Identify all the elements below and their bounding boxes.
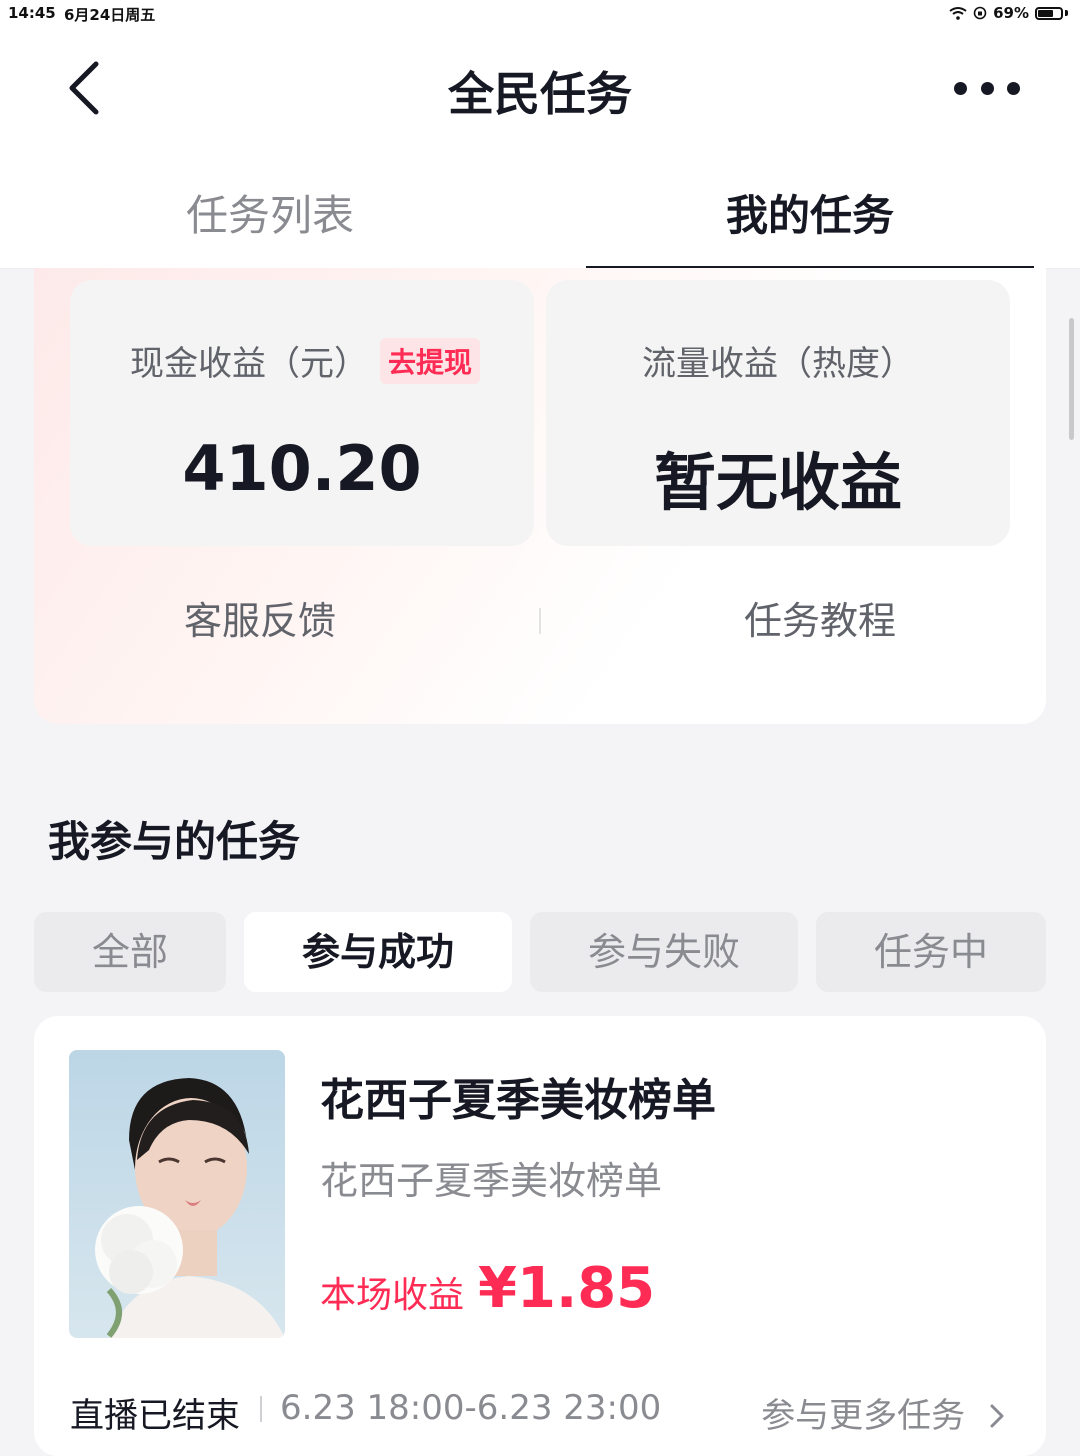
status-time: 14:45	[8, 4, 56, 22]
nav-bar: 全民任务	[0, 28, 1080, 150]
task-thumbnail[interactable]	[69, 1050, 285, 1338]
task-earnings: 本场收益 ¥1.85	[320, 1256, 655, 1321]
traffic-earnings-value: 暂无收益	[653, 446, 902, 519]
filter-tabs: 全部 参与成功 参与失败 任务中	[34, 912, 1046, 992]
live-status: 直播已结束	[70, 1396, 240, 1436]
battery-fill	[1038, 9, 1053, 17]
cash-earnings-label-text: 现金收益（元）	[130, 344, 368, 384]
cash-earnings-value: 410.20	[182, 432, 422, 505]
battery-icon	[1035, 6, 1063, 20]
wifi-icon	[949, 7, 967, 20]
tab-task-list[interactable]: 任务列表	[0, 182, 540, 243]
task-earnings-value: ¥1.85	[478, 1256, 656, 1321]
task-card[interactable]: 花西子夏季美妆榜单 花西子夏季美妆榜单 本场收益 ¥1.85 直播已结束 6.23…	[34, 1016, 1046, 1456]
footer-divider	[260, 1396, 262, 1422]
task-subtitle: 花西子夏季美妆榜单	[320, 1159, 663, 1203]
more-dot	[980, 81, 994, 95]
task-title: 花西子夏季美妆榜单	[320, 1075, 716, 1126]
earnings-links: 客服反馈 任务教程	[34, 578, 1046, 658]
tab-my-tasks[interactable]: 我的任务	[540, 182, 1080, 243]
task-footer: 直播已结束 6.23 18:00-6.23 23:00 参与更多任务	[70, 1388, 1010, 1438]
links-divider	[539, 608, 541, 634]
cash-earnings-label: 现金收益（元） 去提现	[130, 336, 534, 385]
scrollbar[interactable]	[1069, 318, 1074, 440]
battery-percent: 69%	[993, 4, 1029, 22]
status-bar: 14:45 6月24日周五 69%	[0, 0, 1080, 28]
status-date: 6月24日周五	[64, 6, 156, 24]
withdraw-button[interactable]: 去提现	[380, 338, 481, 384]
filter-all[interactable]: 全部	[34, 912, 226, 992]
section-title: 我参与的任务	[48, 817, 301, 866]
filter-success[interactable]: 参与成功	[244, 912, 512, 992]
more-dot	[954, 81, 967, 95]
page-title: 全民任务	[448, 67, 632, 121]
earnings-card: 现金收益（元） 去提现 410.20 流量收益（热度） 暂无收益 客服反馈 任务教…	[34, 268, 1046, 724]
live-time-range: 6.23 18:00-6.23 23:00	[280, 1388, 662, 1428]
traffic-earnings-box: 流量收益（热度） 暂无收益	[546, 280, 1010, 546]
more-tasks-link[interactable]: 参与更多任务	[761, 1388, 1010, 1437]
customer-service-link[interactable]: 客服反馈	[184, 590, 336, 645]
filter-failed[interactable]: 参与失败	[530, 912, 798, 992]
battery-tip	[1065, 10, 1068, 16]
traffic-earnings-label: 流量收益（热度）	[642, 344, 914, 384]
task-earnings-label: 本场收益	[320, 1275, 465, 1316]
status-right: 69%	[949, 4, 1068, 22]
more-dot	[1007, 81, 1020, 95]
chevron-right-icon	[990, 1404, 1004, 1428]
more-button[interactable]	[954, 76, 1020, 100]
task-tutorial-link[interactable]: 任务教程	[744, 590, 896, 645]
rotation-lock-icon	[973, 6, 987, 20]
tab-bar: 任务列表 我的任务	[0, 150, 1080, 269]
model-portrait-image	[69, 1050, 285, 1338]
filter-in-progress[interactable]: 任务中	[816, 912, 1046, 992]
more-tasks-label: 参与更多任务	[761, 1396, 966, 1436]
cash-earnings-box: 现金收益（元） 去提现 410.20	[70, 280, 534, 546]
